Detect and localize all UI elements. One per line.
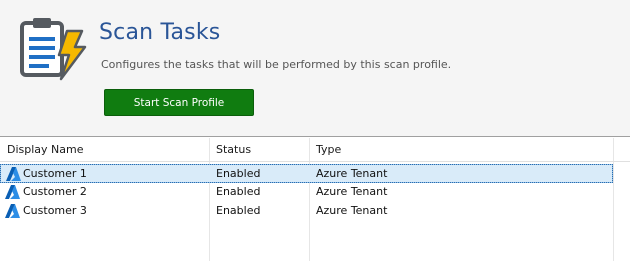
table-row[interactable]: Customer 3 Enabled Azure Tenant [0,202,613,221]
cell-type: Azure Tenant [316,185,388,198]
cell-display-name: Customer 1 [23,167,87,180]
cell-status: Enabled [216,167,261,180]
column-header-display-name[interactable]: Display Name [7,143,84,156]
table-header-row: Display Name Status Type [0,138,630,162]
page-title: Scan Tasks [99,20,221,45]
azure-icon [5,185,20,199]
cell-type: Azure Tenant [316,167,388,180]
cell-display-name: Customer 2 [23,185,87,198]
cell-status: Enabled [216,204,261,217]
page-subtitle: Configures the tasks that will be perfor… [101,58,452,71]
cell-status: Enabled [216,185,261,198]
azure-icon [6,167,21,181]
column-header-type[interactable]: Type [316,143,341,156]
cell-type: Azure Tenant [316,204,388,217]
start-scan-profile-button[interactable]: Start Scan Profile [104,89,254,116]
header-panel: Scan Tasks Configures the tasks that wil… [0,0,630,137]
scan-tasks-table[interactable]: Display Name Status Type Customer 1 Enab… [0,138,630,261]
table-row[interactable]: Customer 1 Enabled Azure Tenant [0,164,613,183]
column-header-status[interactable]: Status [216,143,251,156]
azure-icon [5,204,20,218]
cell-display-name: Customer 3 [23,204,87,217]
table-row[interactable]: Customer 2 Enabled Azure Tenant [0,183,613,202]
clipboard-lightning-icon [20,18,87,81]
